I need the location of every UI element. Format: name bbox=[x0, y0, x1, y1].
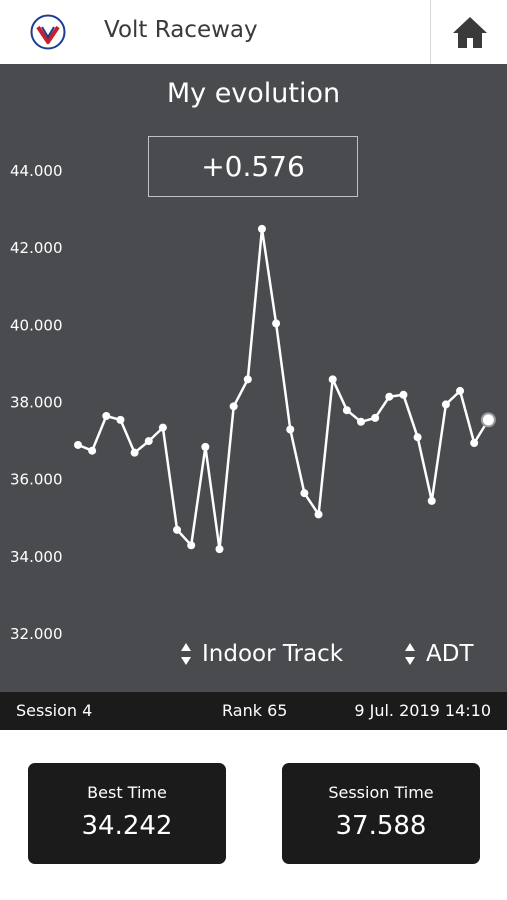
session-number: Session 4 bbox=[16, 701, 93, 720]
session-time-label: Session Time bbox=[328, 783, 434, 802]
data-point[interactable] bbox=[480, 412, 496, 428]
track-selector-label: Indoor Track bbox=[202, 641, 344, 667]
best-time-label: Best Time bbox=[87, 783, 167, 802]
sort-arrows-icon bbox=[405, 643, 415, 665]
y-tick-label: 42.000 bbox=[10, 239, 63, 257]
sort-arrows-icon bbox=[181, 643, 191, 665]
data-point[interactable] bbox=[286, 425, 295, 434]
data-point[interactable] bbox=[328, 375, 337, 384]
data-point[interactable] bbox=[272, 319, 281, 328]
data-point[interactable] bbox=[74, 440, 82, 449]
kart-selector[interactable]: ADT bbox=[404, 640, 474, 668]
data-point[interactable] bbox=[371, 413, 380, 422]
data-point[interactable] bbox=[413, 433, 422, 442]
y-tick-label: 38.000 bbox=[10, 394, 63, 412]
kart-selector-label: ADT bbox=[426, 641, 474, 667]
data-point[interactable] bbox=[102, 412, 111, 421]
session-datetime: 9 Jul. 2019 14:10 bbox=[354, 701, 491, 720]
data-point[interactable] bbox=[229, 402, 238, 411]
best-time-card: Best Time 34.242 bbox=[28, 763, 226, 864]
data-point[interactable] bbox=[456, 386, 465, 395]
data-point[interactable] bbox=[116, 415, 125, 424]
data-point[interactable] bbox=[187, 541, 196, 550]
y-tick-label: 40.000 bbox=[10, 316, 63, 334]
data-point[interactable] bbox=[314, 510, 323, 519]
y-tick-label: 34.000 bbox=[10, 548, 63, 566]
data-point[interactable] bbox=[158, 423, 167, 432]
data-point[interactable] bbox=[399, 390, 408, 399]
data-point[interactable] bbox=[130, 448, 139, 457]
data-point[interactable] bbox=[88, 446, 97, 455]
data-point[interactable] bbox=[441, 400, 450, 409]
chart-title: My evolution bbox=[166, 78, 341, 109]
data-point[interactable] bbox=[357, 417, 365, 426]
delta-value: +0.576 bbox=[148, 136, 358, 197]
series-line bbox=[77, 227, 490, 551]
y-tick-label: 36.000 bbox=[10, 471, 63, 489]
best-time-value: 34.242 bbox=[81, 811, 173, 841]
y-tick-label: 44.000 bbox=[10, 162, 63, 180]
track-selector[interactable]: Indoor Track bbox=[180, 640, 343, 668]
data-point[interactable] bbox=[201, 442, 210, 451]
data-point[interactable] bbox=[215, 545, 224, 554]
y-tick-label: 32.000 bbox=[10, 625, 63, 643]
session-time-value: 37.588 bbox=[335, 811, 427, 841]
data-point[interactable] bbox=[342, 406, 351, 415]
rank: Rank 65 bbox=[222, 701, 288, 720]
data-point[interactable] bbox=[243, 375, 252, 384]
data-point[interactable] bbox=[173, 525, 182, 534]
data-point[interactable] bbox=[144, 437, 153, 446]
data-point[interactable] bbox=[300, 489, 309, 498]
data-point[interactable] bbox=[470, 439, 479, 448]
data-point[interactable] bbox=[385, 392, 394, 401]
session-time-card: Session Time 37.588 bbox=[282, 763, 480, 864]
session-info-bar: Session 4 Rank 65 9 Jul. 2019 14:10 bbox=[0, 692, 507, 730]
data-point[interactable] bbox=[257, 224, 266, 233]
data-point[interactable] bbox=[427, 496, 436, 505]
